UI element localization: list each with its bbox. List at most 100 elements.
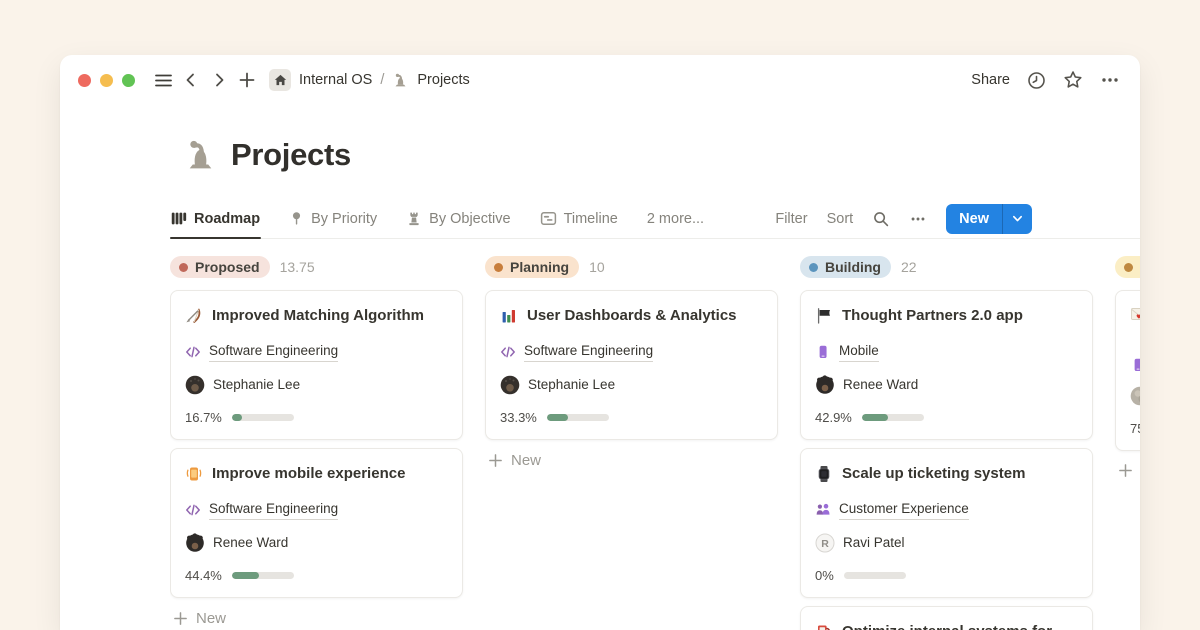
purple-phone-icon [1130,357,1140,373]
person-row[interactable] [1130,386,1140,406]
column-count: 10 [589,259,605,275]
team-tag[interactable]: Mobile [815,341,1078,362]
top-bar: Internal OS / Projects Share [60,55,1140,105]
bow-and-arrow-icon [185,307,203,325]
project-card[interactable]: 75 [1115,290,1140,451]
tag-label: Customer Experience [839,499,969,520]
status-dot [809,263,818,272]
code-icon [185,502,201,518]
progress-bar [232,414,294,421]
project-card[interactable]: Improve mobile experience Software Engin… [170,448,463,598]
board-column-building: Building 22 Thought Partners 2.0 app Mob… [800,255,1093,630]
progress-row: 42.9% [815,410,1078,424]
watch-icon [815,465,833,483]
project-card[interactable]: User Dashboards & Analytics Software Eng… [485,290,778,440]
stephanie-avatar [185,375,205,395]
tab-by-objective[interactable]: By Objective [405,199,511,238]
share-button[interactable]: Share [971,72,1010,88]
back-icon[interactable] [177,66,205,94]
breadcrumb-workspace[interactable]: Internal OS [299,72,372,88]
person-name: Ravi Patel [843,533,905,553]
column-header[interactable]: T [1115,255,1140,279]
page-icon-microscope[interactable] [182,137,219,174]
renee-avatar [185,533,205,553]
project-card[interactable]: Scale up ticketing system Customer Exper… [800,448,1093,598]
column-header[interactable]: Planning 10 [485,255,778,279]
rook-icon [406,210,422,227]
traffic-lights [78,74,135,87]
status-pill: Building [800,256,891,278]
tab-roadmap[interactable]: Roadmap [170,199,261,238]
kanban-board: Proposed 13.75 Improved Matching Algorit… [170,255,1140,630]
initial-avatar: R [815,533,835,553]
maximize-window-button[interactable] [122,74,135,87]
forward-icon[interactable] [205,66,233,94]
progress-bar [547,414,609,421]
tag-label: Software Engineering [524,341,653,362]
breadcrumb-separator: / [380,72,384,88]
plus-icon [488,453,503,468]
status-pill: Planning [485,256,579,278]
vibration-phone-icon [185,465,203,483]
board-column-planning: Planning 10 User Dashboards & Analytics … [485,255,778,471]
person-row[interactable]: Stephanie Lee [500,375,763,395]
person-row[interactable]: Stephanie Lee [185,375,448,395]
board-column-proposed: Proposed 13.75 Improved Matching Algorit… [170,255,463,629]
close-window-button[interactable] [78,74,91,87]
column-header[interactable]: Proposed 13.75 [170,255,463,279]
add-card-button[interactable] [1115,461,1140,480]
person-row[interactable]: R Ravi Patel [815,533,1078,553]
person-row[interactable]: Renee Ward [815,375,1078,395]
search-icon[interactable] [872,210,890,228]
new-page-plus-icon[interactable] [233,66,261,94]
tab-timeline[interactable]: Timeline [539,199,619,238]
team-tag[interactable] [1130,357,1140,373]
new-button[interactable]: New [946,204,1032,234]
column-count: 13.75 [280,259,315,275]
view-options-icon[interactable] [909,210,927,228]
tab-by-priority[interactable]: By Priority [288,199,378,238]
minimize-window-button[interactable] [100,74,113,87]
people-icon [815,502,831,518]
progress-label: 44.4% [185,568,222,583]
progress-label: 0% [815,568,834,583]
team-tag[interactable]: Customer Experience [815,499,1078,520]
project-card[interactable]: Improved Matching Algorithm Software Eng… [170,290,463,440]
new-button-label[interactable]: New [946,204,1002,234]
team-tag[interactable]: Software Engineering [500,341,763,362]
add-card-button[interactable]: New [485,450,778,471]
add-card-button[interactable]: New [170,608,463,629]
progress-row: 33.3% [500,410,763,424]
history-clock-icon[interactable] [1027,71,1046,90]
chevron-down-icon[interactable] [1003,204,1032,234]
team-tag[interactable]: Software Engineering [185,341,448,362]
team-tag[interactable]: Software Engineering [185,499,448,520]
status-dot [179,263,188,272]
filter-button[interactable]: Filter [775,211,807,227]
home-icon[interactable] [269,69,291,91]
more-options-icon[interactable] [1100,70,1120,90]
sort-button[interactable]: Sort [827,211,854,227]
sidebar-menu-icon[interactable] [149,66,177,94]
card-title: Improved Matching Algorithm [212,305,424,327]
app-window: Internal OS / Projects Share Projects [60,55,1140,630]
status-label: Planning [510,259,569,275]
black-flag-icon [815,307,833,325]
project-card[interactable]: Thought Partners 2.0 app Mobile Renee Wa… [800,290,1093,440]
board-icon [171,210,187,227]
favorite-star-icon[interactable] [1063,70,1083,90]
svg-text:R: R [821,538,829,550]
fuel-pump-icon [815,623,833,630]
column-header[interactable]: Building 22 [800,255,1093,279]
project-card[interactable]: Optimize internal systems for [800,606,1093,630]
breadcrumb-page[interactable]: Projects [417,72,469,88]
progress-label: 16.7% [185,410,222,425]
person-name: Renee Ward [213,533,288,553]
card-title: User Dashboards & Analytics [527,305,737,327]
progress-bar [844,572,906,579]
tab-more-views[interactable]: 2 more... [646,199,705,238]
microscope-icon [392,72,409,89]
code-icon [185,344,201,360]
person-row[interactable]: Renee Ward [185,533,448,553]
timeline-icon [540,210,557,227]
